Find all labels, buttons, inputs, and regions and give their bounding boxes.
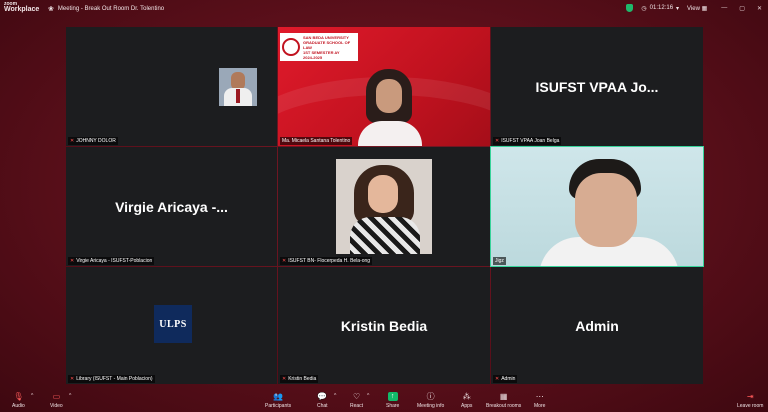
leave-icon: ⇥ xyxy=(746,392,754,401)
breakout-rooms-icon: ▦ xyxy=(499,392,508,401)
avatar xyxy=(219,68,257,106)
breakout-rooms-button[interactable]: ▦ Breakout rooms xyxy=(486,392,521,409)
meeting-timer[interactable]: ◷ 01:12:16 ▾ xyxy=(641,5,679,12)
mic-muted-icon: ✕ xyxy=(70,376,75,382)
minimize-icon[interactable]: — xyxy=(721,5,727,12)
participant-tile-jigz[interactable]: Jigz xyxy=(490,146,704,267)
ulps-logo: ULPS xyxy=(154,305,192,343)
participant-tile-library[interactable]: ULPS ✕ Library (ISUFST - Main Poblacion) xyxy=(66,267,277,384)
profile-photo xyxy=(336,159,432,254)
participant-tile-tolentino[interactable]: SAN BEDA UNIVERSITY GRADUATE SCHOOL OF L… xyxy=(278,27,490,146)
participant-video xyxy=(491,147,703,266)
leave-room-button[interactable]: ⇥ Leave room xyxy=(737,392,763,409)
zoom-logo: zoom Workplace xyxy=(4,1,40,13)
meeting-info-button[interactable]: ⓘ Meeting info xyxy=(417,392,444,409)
participant-tile-virgie-aricaya[interactable]: Virgie Aricaya -... ✕ Virgie Aricaya - I… xyxy=(66,147,277,266)
title-bar: zoom Workplace ❀ Meeting - Break Out Roo… xyxy=(0,0,768,18)
apps-icon: ⁂ xyxy=(462,392,471,401)
mic-muted-icon: ✕ xyxy=(282,376,287,382)
participant-display-name: ISUFST VPAA Jo... xyxy=(535,78,659,95)
participant-tile-admin[interactable]: Admin ✕ Admin xyxy=(491,267,703,384)
participant-video xyxy=(358,69,422,146)
mic-muted-icon: 🎙 xyxy=(13,392,24,401)
participant-tile-kristin-bedia[interactable]: Kristin Bedia ✕ Kristin Bedia xyxy=(278,267,490,384)
chevron-up-icon[interactable]: ^ xyxy=(334,393,336,399)
name-tag: ✕ Kristin Bedia xyxy=(280,375,319,383)
audio-button[interactable]: 🎙 Audio xyxy=(12,392,25,409)
meeting-toolbar: 🎙 Audio ^ ▭ Video ^ 👥 9 Participants 💬 C… xyxy=(0,390,768,412)
more-button[interactable]: ⋯ More xyxy=(534,392,545,409)
shield-icon[interactable] xyxy=(626,4,634,12)
chevron-up-icon[interactable]: ^ xyxy=(69,393,71,399)
clock-icon: ◷ xyxy=(641,5,647,12)
participant-tile-johnny-dolor[interactable]: ✕ JOHNNY DOLOR xyxy=(66,27,277,146)
participant-display-name: Admin xyxy=(575,317,619,334)
view-button[interactable]: View ▦ xyxy=(687,5,707,12)
name-tag: ✕ Library (ISUFST - Main Poblacion) xyxy=(68,375,155,383)
chat-button[interactable]: 💬 Chat xyxy=(317,392,328,409)
mic-muted-icon: ✕ xyxy=(495,138,500,144)
chevron-up-icon[interactable]: ^ xyxy=(367,393,369,399)
name-tag: ✕ ISUFST BN- Flocerpeda H. Bela-ong xyxy=(280,257,373,265)
window-controls: — ▢ ✕ xyxy=(721,5,762,12)
video-off-icon: ▭ xyxy=(52,392,61,401)
grid-icon: ▦ xyxy=(701,5,708,12)
more-icon: ⋯ xyxy=(535,392,544,401)
participant-display-name: Kristin Bedia xyxy=(340,317,428,334)
participant-tile-flocerpeda[interactable]: ✕ ISUFST BN- Flocerpeda H. Bela-ong xyxy=(278,147,490,266)
share-button[interactable]: ↑ Share xyxy=(386,392,399,409)
mic-muted-icon: ✕ xyxy=(495,376,500,382)
mic-muted-icon: ✕ xyxy=(282,258,287,264)
university-seal-icon xyxy=(282,38,300,56)
video-button[interactable]: ▭ Video xyxy=(50,392,63,409)
close-icon[interactable]: ✕ xyxy=(757,5,762,12)
chevron-down-icon: ▾ xyxy=(676,5,680,12)
chevron-up-icon[interactable]: ^ xyxy=(31,393,33,399)
video-grid: ✕ JOHNNY DOLOR SAN BEDA UNIVERSITY GRADU… xyxy=(66,27,704,384)
heart-icon: ♡ xyxy=(352,392,361,401)
paw-icon: ❀ xyxy=(48,6,54,13)
maximize-icon[interactable]: ▢ xyxy=(739,5,745,12)
participants-button[interactable]: 👥 9 Participants xyxy=(265,392,291,409)
apps-button[interactable]: ⁂ Apps xyxy=(461,392,472,409)
name-tag: ✕ JOHNNY DOLOR xyxy=(68,137,118,145)
title-bar-right: ◷ 01:12:16 ▾ View ▦ — ▢ ✕ xyxy=(626,4,762,12)
mic-muted-icon: ✕ xyxy=(70,258,75,264)
name-tag: Ma. Micaela Santana Tolentino xyxy=(280,137,353,145)
react-button[interactable]: ♡ React xyxy=(350,392,363,409)
participant-display-name: Virgie Aricaya -... xyxy=(115,198,228,215)
university-banner: SAN BEDA UNIVERSITY GRADUATE SCHOOL OF L… xyxy=(280,33,358,61)
chat-icon: 💬 xyxy=(317,392,328,401)
meeting-title: ❀ Meeting - Break Out Room Dr. Tolentino xyxy=(48,6,165,13)
share-screen-icon: ↑ xyxy=(387,392,398,401)
name-tag: ✕ Admin xyxy=(493,375,518,383)
participant-tile-joan-belga[interactable]: ISUFST VPAA Jo... ✕ ISUFST VPAA Joan Bel… xyxy=(491,27,703,146)
name-tag: ✕ Virgie Aricaya - ISUFST-Poblacion xyxy=(68,257,155,265)
name-tag: ✕ ISUFST VPAA Joan Belga xyxy=(493,137,562,145)
name-tag: Jigz xyxy=(493,257,506,265)
info-icon: ⓘ xyxy=(426,392,435,401)
mic-muted-icon: ✕ xyxy=(70,138,75,144)
